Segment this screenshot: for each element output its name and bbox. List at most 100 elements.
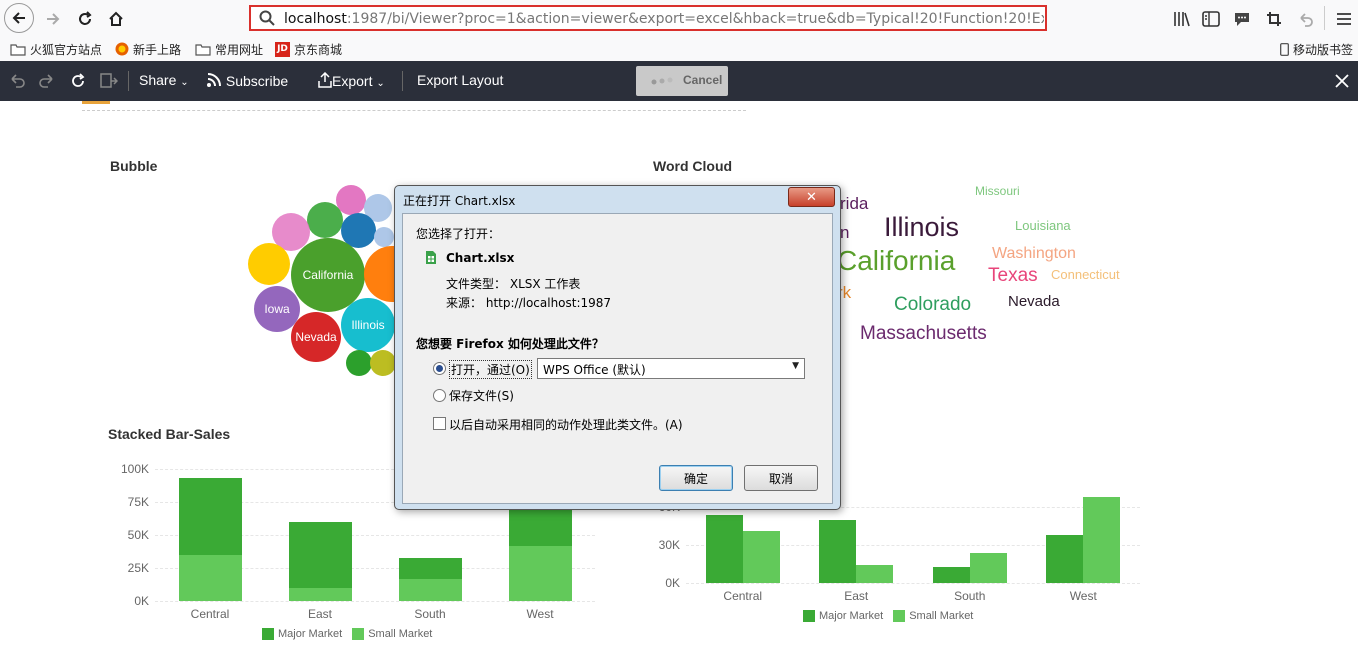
bubble-nevada[interactable]: Nevada — [291, 312, 341, 362]
bar[interactable] — [969, 552, 1007, 583]
subscribe-button[interactable]: Subscribe — [206, 72, 288, 89]
ok-button[interactable]: 确定 — [659, 465, 733, 491]
back-button[interactable] — [4, 3, 34, 33]
export-layout-button[interactable]: Export Layout — [417, 72, 503, 88]
export-layout-label: Export Layout — [417, 72, 504, 88]
gridline — [686, 583, 1140, 584]
bookmark-item[interactable]: 火狐官方站点 — [10, 40, 102, 58]
back-arrow-icon — [12, 12, 25, 24]
remember-label[interactable]: 以后自动采用相同的动作处理此类文件。(A) — [449, 416, 683, 433]
bar[interactable] — [508, 545, 572, 601]
x-tick-label: Central — [723, 589, 763, 603]
chevron-down-icon: ▼ — [792, 361, 799, 371]
chart-legend: Major Market Small Market — [262, 628, 438, 640]
bar[interactable] — [819, 519, 857, 583]
bar[interactable] — [398, 558, 462, 580]
reload-button[interactable] — [70, 4, 100, 34]
home-button[interactable] — [101, 4, 131, 34]
toolbar-separator — [402, 71, 403, 91]
menu-icon[interactable] — [1333, 8, 1355, 30]
bar[interactable] — [705, 514, 743, 583]
open-with-label[interactable]: 打开，通过(O) — [449, 360, 532, 379]
bar[interactable] — [856, 565, 894, 583]
open-with-radio[interactable] — [433, 362, 446, 375]
bubble[interactable] — [346, 350, 372, 376]
word-cloud[interactable]: Missouri rida Illinois Louisiana n Washi… — [800, 180, 1160, 355]
bubble[interactable] — [307, 202, 343, 238]
bubble[interactable] — [374, 227, 394, 247]
file-source: 来源： http://localhost:1987 — [446, 294, 611, 311]
export-menu[interactable]: Export ⌄ — [318, 71, 385, 89]
share-menu[interactable]: Share ⌄ — [139, 72, 189, 88]
dialog-close-button[interactable]: ✕ — [788, 187, 835, 207]
bar[interactable] — [178, 554, 242, 601]
redo-icon[interactable] — [38, 73, 56, 89]
mobile-icon — [1280, 42, 1289, 56]
word: Colorado — [894, 294, 972, 315]
undo-icon[interactable] — [8, 73, 26, 89]
word: Washington — [992, 245, 1076, 262]
refresh-icon[interactable] — [69, 72, 87, 90]
word: California — [837, 245, 956, 276]
dialog-cancel-button[interactable]: 取消 — [744, 465, 818, 491]
open-with-app-select[interactable]: WPS Office (默认) ▼ — [537, 358, 805, 379]
mobile-bookmarks[interactable]: 移动版书签 — [1280, 40, 1353, 58]
selected-app: WPS Office (默认) — [543, 363, 646, 377]
legend-item[interactable]: Small Market — [352, 628, 432, 640]
legend-label: Small Market — [368, 628, 433, 640]
word: Massachusetts — [860, 323, 987, 344]
close-icon[interactable] — [1334, 73, 1350, 89]
sidebar-icon[interactable] — [1200, 8, 1222, 30]
save-file-label[interactable]: 保存文件(S) — [449, 387, 514, 404]
undo-icon[interactable] — [1295, 8, 1317, 30]
bar[interactable] — [398, 579, 462, 601]
mobile-bookmarks-label: 移动版书签 — [1293, 42, 1354, 57]
legend-swatch — [893, 610, 906, 622]
x-tick-label: West — [1069, 589, 1097, 603]
library-icon[interactable] — [1171, 8, 1193, 30]
section-divider — [82, 110, 746, 111]
bubble[interactable] — [248, 243, 290, 285]
bookmark-label: 新手上路 — [133, 42, 182, 57]
legend-item[interactable]: Major Market — [262, 628, 342, 640]
bookmark-label: 京东商城 — [294, 42, 343, 57]
open-file-dialog: 正在打开 Chart.xlsx ✕ 您选择了打开： Chart.xlsx 文件类… — [394, 185, 841, 510]
chat-icon[interactable] — [1231, 8, 1253, 30]
chart-legend: Major Market Small Market — [803, 610, 979, 622]
browser-navbar: localhost:1987/bi/Viewer?proc=1&action=v… — [0, 0, 1358, 37]
bookmark-item[interactable]: 常用网址 — [195, 40, 263, 58]
bar[interactable] — [1046, 534, 1084, 583]
legend-item[interactable]: Small Market — [893, 610, 973, 622]
bookmark-item[interactable]: 新手上路 — [115, 40, 181, 58]
bar[interactable] — [288, 521, 352, 588]
bookmark-item[interactable]: JD 京东商城 — [275, 40, 342, 58]
forward-button[interactable] — [38, 4, 68, 34]
print-layout-icon[interactable] — [100, 73, 118, 89]
bar[interactable] — [742, 531, 780, 583]
legend-item[interactable]: Major Market — [803, 610, 883, 622]
x-tick-label: Central — [190, 607, 230, 621]
word: Missouri — [975, 184, 1020, 198]
bar[interactable] — [178, 478, 242, 555]
remember-checkbox[interactable] — [433, 417, 446, 430]
legend-swatch — [352, 628, 365, 640]
bar[interactable] — [1083, 496, 1121, 583]
bar[interactable] — [288, 587, 352, 601]
word: rida — [840, 194, 869, 213]
crop-icon[interactable] — [1263, 8, 1285, 30]
url-text: localhost:1987/bi/Viewer?proc=1&action=v… — [284, 11, 1044, 27]
word: Louisiana — [1015, 218, 1071, 233]
bubble-illinois[interactable]: Illinois — [341, 298, 395, 352]
x-tick-label: South — [414, 607, 446, 621]
bubble-chart[interactable]: California Iowa Nevada Illinois — [240, 180, 400, 380]
bar[interactable] — [932, 566, 970, 583]
save-file-radio[interactable] — [433, 389, 446, 402]
tab-indicator — [82, 101, 110, 104]
bubble[interactable] — [370, 350, 396, 376]
file-name: Chart.xlsx — [446, 251, 515, 265]
dialog-body: 您选择了打开： Chart.xlsx 文件类型： XLSX 工作表 来源： ht… — [402, 213, 833, 504]
cancel-button[interactable]: Cancel — [636, 66, 728, 96]
bookmark-label: 常用网址 — [215, 42, 264, 57]
url-bar[interactable]: localhost:1987/bi/Viewer?proc=1&action=v… — [249, 5, 1047, 31]
y-tick-label: 0K — [665, 576, 680, 590]
